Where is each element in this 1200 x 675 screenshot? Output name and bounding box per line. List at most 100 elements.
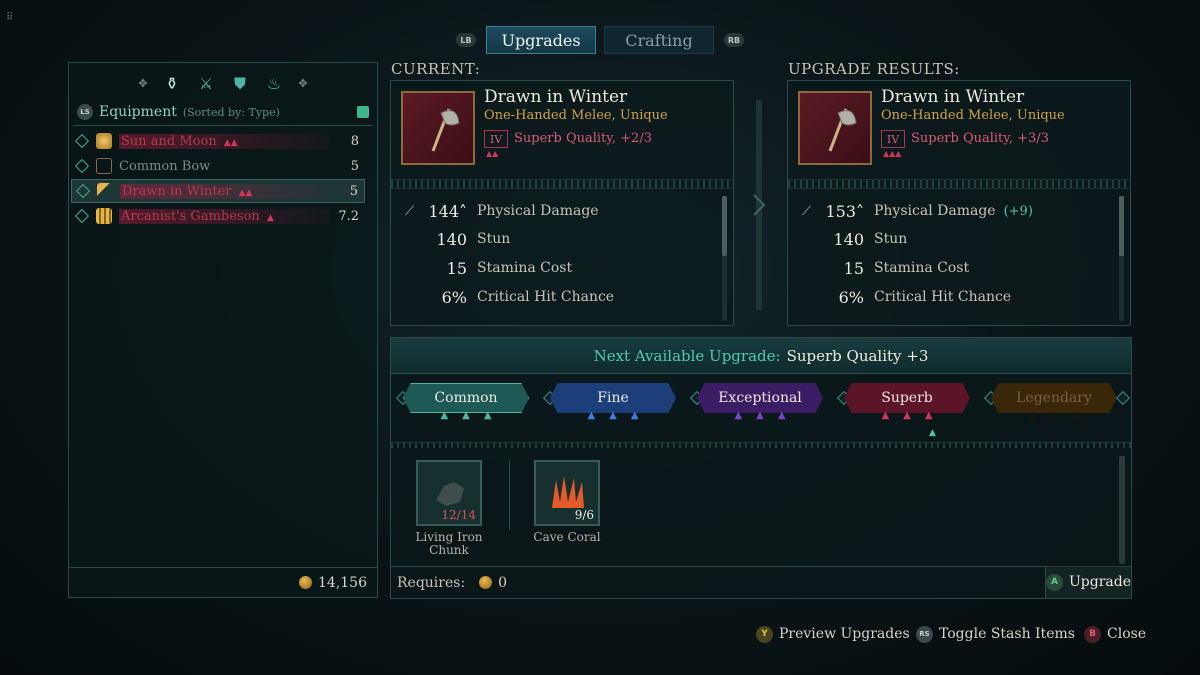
equipment-row[interactable]: Arcanist's Gambeson ▲ 7.2 (71, 204, 365, 228)
stat-row: ⟋ 144˄ Physical Damage (405, 199, 705, 223)
category-trinkets-icon[interactable]: ♨ (263, 73, 285, 95)
shield-icon (96, 133, 112, 149)
next-upgrade-bar: Next Available Upgrade: Superb Quality +… (391, 338, 1131, 374)
stat-value: 140 (436, 229, 467, 249)
scrollbar-thumb[interactable] (1119, 196, 1124, 256)
material-count: 12/14 (441, 508, 476, 522)
item-title: Drawn in Winter (484, 87, 628, 107)
item-value: 5 (350, 158, 359, 174)
tier-legendary: Legendary (991, 383, 1117, 413)
category-all-icon[interactable]: ⚱ (161, 73, 183, 95)
tier-connector-icon (1115, 390, 1131, 406)
item-thumbnail (401, 91, 475, 165)
item-name: Arcanist's Gambeson ▲ (119, 208, 329, 224)
item-type: One-Handed Melee, Unique (881, 108, 1065, 123)
close-hint[interactable]: B Close (1084, 624, 1146, 644)
tier-pips: ▲ ▲ ▲ (440, 410, 492, 421)
diamond-icon (75, 183, 91, 199)
axe-icon (97, 183, 113, 199)
stat-bonus: (+9) (1003, 203, 1033, 219)
upgrade-panel: Next Available Upgrade: Superb Quality +… (390, 337, 1132, 599)
stat-row: 15 Stamina Cost (405, 256, 705, 280)
item-value: 8 (350, 133, 359, 149)
coral-icon (552, 476, 584, 508)
rank-stars: ▲▲▲ (883, 149, 902, 158)
stat-value: 15 (843, 258, 864, 278)
stat-row: 140 Stun (405, 227, 705, 251)
stat-name: Stamina Cost (477, 260, 573, 276)
currency-footer: 14,156 (69, 567, 377, 597)
current-item-card: Drawn in Winter One-Handed Melee, Unique… (390, 80, 734, 326)
tier-superb: Superb (844, 383, 970, 413)
item-thumbnail (798, 91, 872, 165)
item-type: One-Handed Melee, Unique (484, 108, 668, 123)
stat-row: 140 Stun (802, 227, 1102, 251)
toggle-stash-hint[interactable]: RS Toggle Stash Items (916, 624, 1075, 644)
right-bumper-icon: ✥ (298, 77, 308, 90)
rank-badge: IV (881, 130, 905, 148)
diamond-icon (74, 208, 90, 224)
category-filter-bar: ✥ ⚱ ⚔ ⛊ ♨ ✥ (69, 73, 377, 95)
stat-row: ⟋ 153˄ Physical Damage (+9) (802, 199, 1102, 223)
stat-value: 153˄ (825, 201, 864, 221)
sword-icon: ⟋ (405, 203, 415, 219)
rb-button-hint[interactable]: RB (724, 33, 744, 47)
quality-text: Superb Quality, +2/3 (514, 131, 652, 146)
stat-value: 6% (838, 287, 864, 307)
item-value: 5 (349, 183, 358, 199)
tier-pips: ▲ ▲ ▲ (734, 410, 786, 421)
ls-button-hint[interactable]: LS (77, 104, 93, 120)
corner-grip-icon: ⠿ (6, 12, 14, 23)
axe-icon (828, 108, 857, 152)
tier-common: Common (403, 383, 529, 413)
rank-badge: IV (484, 130, 508, 148)
upgrade-button[interactable]: A Upgrade (1045, 566, 1131, 598)
divider (73, 125, 373, 126)
sort-label[interactable]: (Sorted by: Type) (183, 106, 280, 119)
stat-value: 140 (833, 229, 864, 249)
tab-crafting[interactable]: Crafting (604, 26, 714, 54)
sword-icon: ⟋ (802, 203, 812, 219)
tab-upgrades[interactable]: Upgrades (486, 26, 596, 54)
scrollbar-thumb[interactable] (722, 196, 727, 256)
lock-icon[interactable] (357, 106, 369, 118)
item-name: Common Bow (119, 158, 211, 174)
scrollbar-track[interactable] (1119, 456, 1125, 564)
stat-name: Physical Damage (477, 203, 599, 219)
divider (391, 442, 1131, 448)
tier-pips: ▲ ▲ ▲ (881, 410, 933, 421)
equipment-row[interactable]: Common Bow 5 (71, 154, 365, 178)
rs-button-icon: RS (916, 625, 933, 643)
stat-name: Critical Hit Chance (874, 289, 1012, 305)
current-label: CURRENT: (391, 60, 481, 78)
tier-fine: Fine (550, 383, 676, 413)
category-armor-icon[interactable]: ⛊ (229, 73, 251, 95)
diamond-icon (74, 133, 90, 149)
category-weapons-icon[interactable]: ⚔ (195, 73, 217, 95)
item-name: Drawn in Winter ▲▲ (120, 183, 328, 199)
upgrade-button-label: Upgrade (1068, 574, 1131, 590)
stat-value: 15 (446, 258, 467, 278)
divider (391, 179, 733, 189)
item-title: Drawn in Winter (881, 87, 1025, 107)
equipment-row-selected[interactable]: Drawn in Winter ▲▲ 5 (71, 179, 365, 203)
axe-icon (431, 108, 460, 152)
lb-button-hint[interactable]: LB (456, 33, 476, 47)
stat-name: Stamina Cost (874, 260, 970, 276)
material-slot[interactable]: 9/6 (534, 460, 600, 526)
equipment-row[interactable]: Sun and Moon ▲▲ 8 (71, 129, 365, 153)
item-name: Sun and Moon ▲▲ (119, 133, 329, 149)
a-button-icon: A (1046, 573, 1063, 591)
stat-name: Physical Damage (874, 203, 996, 219)
bow-icon (96, 158, 112, 174)
equipment-header: LS Equipment (Sorted by: Type) (77, 101, 369, 123)
tier-pips: ▲ ▲ ▲ (1028, 410, 1080, 421)
preview-upgrades-hint[interactable]: Y Preview Upgrades (756, 624, 910, 644)
gold-amount: 14,156 (318, 574, 367, 591)
tier-exceptional: Exceptional (697, 383, 823, 413)
requires-value: 0 (498, 574, 508, 591)
requires-bar: Requires: 0 (391, 566, 1131, 598)
material-slot[interactable]: 12/14 (416, 460, 482, 526)
stat-row: 6% Critical Hit Chance (405, 285, 705, 309)
compare-arrow-icon (753, 100, 766, 310)
